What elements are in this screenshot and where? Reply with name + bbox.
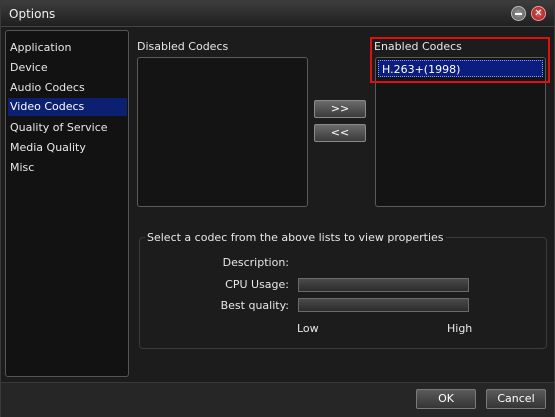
disabled-codecs-list[interactable] (137, 57, 308, 207)
highlight-outline (370, 37, 550, 83)
description-label: Description: (222, 256, 289, 269)
scale-low-label: Low (297, 322, 319, 335)
sidebar-item-audio-codecs[interactable]: Audio Codecs (8, 79, 127, 97)
best-quality-bar (298, 298, 469, 312)
scale-high-label: High (447, 322, 473, 335)
options-sidebar: Application Device Audio Codecs Video Co… (5, 30, 129, 377)
properties-group (139, 237, 547, 349)
close-icon[interactable]: ✕ (531, 6, 546, 21)
disable-codec-button[interactable]: << (314, 124, 366, 142)
sidebar-item-application[interactable]: Application (8, 39, 127, 57)
minimize-icon[interactable] (511, 6, 526, 21)
sidebar-item-misc[interactable]: Misc (8, 159, 127, 177)
options-window: Options ✕ Application Device Audio Codec… (0, 0, 555, 417)
sidebar-item-quality-of-service[interactable]: Quality of Service (8, 119, 127, 137)
sidebar-item-device[interactable]: Device (8, 59, 127, 77)
disabled-codecs-label: Disabled Codecs (137, 40, 229, 53)
enable-codec-button[interactable]: >> (314, 100, 366, 118)
sidebar-item-media-quality[interactable]: Media Quality (8, 139, 127, 157)
cpu-usage-label: CPU Usage: (225, 278, 289, 291)
cpu-usage-bar (298, 278, 469, 292)
title-bar[interactable]: Options ✕ (1, 1, 554, 27)
cancel-button[interactable]: Cancel (486, 389, 546, 409)
best-quality-label: Best quality: (220, 299, 289, 312)
window-title: Options (9, 7, 56, 21)
properties-title: Select a codec from the above lists to v… (145, 231, 446, 244)
ok-button[interactable]: OK (416, 389, 476, 409)
sidebar-item-video-codecs[interactable]: Video Codecs (8, 98, 127, 116)
